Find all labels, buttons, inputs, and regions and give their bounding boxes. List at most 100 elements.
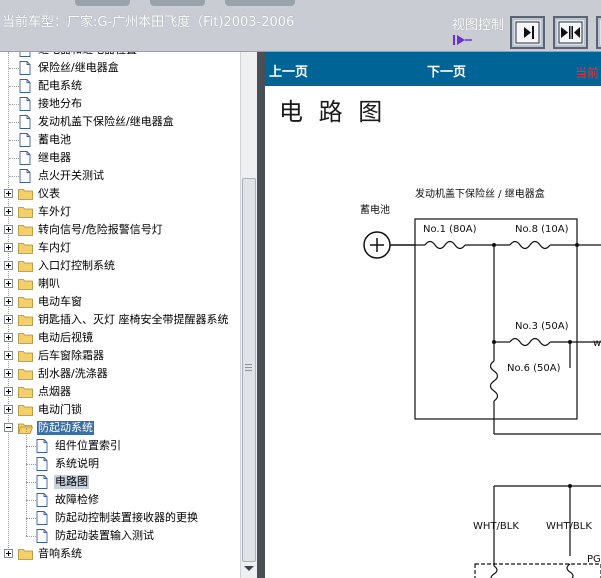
tree-doc-item[interactable]: 电路图 [0,473,240,491]
tree-folder-item[interactable]: 后车窗除霜器 [0,347,240,365]
tree-folder-item[interactable]: 车外灯 [0,203,240,221]
wire-color-label: WHT/BLK [473,521,519,532]
folder-icon [18,350,33,362]
tree-folder-item[interactable]: 音响系统 [0,545,240,563]
tree-guide-line [9,158,19,159]
app-window: 当前车型：厂家:G-广州本田飞度（Fit)2003-2006 视图控制 保险丝/… [0,0,601,578]
scroll-down-arrow-icon[interactable] [244,566,254,571]
tree-folder-item[interactable]: 点烟器 [0,383,240,401]
folder-icon [18,368,33,380]
tree-doc-item[interactable]: 继电器 [0,149,240,167]
tree-folder-item[interactable]: 车内灯 [0,239,240,257]
tree-doc-item[interactable]: 发动机盖下保险丝/继电器盒 [0,113,240,131]
document-viewer: 上一页 下一页 当前 蓄电池 发动机盖下保险丝 / 继电器盒 No.1 (80A… [265,52,601,578]
tree-doc-item[interactable]: 点火开关测试 [0,167,240,185]
tree-item-label: 电动车窗 [38,295,82,308]
folder-icon [18,260,33,272]
tree-folder-item[interactable]: 电动车窗 [0,293,240,311]
tree-guide-line [26,536,36,537]
tree-item-label: 防起动装置输入测试 [55,529,154,542]
tree-item-label: 车外灯 [38,205,71,218]
document-icon [19,79,31,93]
wire-color-label: WHT/BLK [546,521,592,532]
tree-item-label: 系统说明 [55,457,99,470]
folder-icon [18,206,33,218]
tree-item-label: 故障检修 [55,493,99,506]
document-icon [19,97,31,111]
svg-text:w: w [593,338,601,349]
document-icon [19,115,31,129]
tree-doc-item[interactable]: 组件位置索引 [0,437,240,455]
tree-guide-line [9,140,19,141]
expand-icon[interactable] [4,207,13,216]
tree-scrollbar[interactable] [240,52,257,578]
expand-icon[interactable] [4,369,13,378]
document-icon [36,439,48,453]
tree-folder-item[interactable]: 防起动系统 [0,419,240,437]
tree-doc-item[interactable]: 防起动装置输入测试 [0,527,240,545]
folder-icon [18,296,33,308]
expand-icon[interactable] [4,189,13,198]
tree-doc-item[interactable]: 接地分布 [0,95,240,113]
expand-icon[interactable] [4,405,13,414]
collapse-icon[interactable] [4,423,13,432]
tree-folder-item[interactable]: 刮水器/洗涤器 [0,365,240,383]
contents-tree: 继电器和继电器位置保险丝/继电器盒配电系统接地分布发动机盖下保险丝/继电器盒蓄电… [0,52,240,578]
tree-item-label: 继电器和继电器位置 [37,52,138,57]
page-title: 电 路 图 [279,98,387,126]
split-view-button[interactable] [553,16,588,49]
tree-doc-item[interactable]: 系统说明 [0,455,240,473]
expand-icon[interactable] [4,387,13,396]
tree-folder-item[interactable]: 钥匙插入、灭灯 座椅安全带提醒器系统 [0,311,240,329]
tree-item-label: 音响系统 [38,547,82,560]
next-page-link[interactable]: 下一页 [427,61,466,80]
tree-item-label: 配电系统 [38,79,82,92]
tree-folder-item[interactable]: 仪表 [0,185,240,203]
toolbar-tab-edge [225,0,295,6]
tree-item-label: 组件位置索引 [55,439,121,452]
box-title: 发动机盖下保险丝 / 继电器盒 [415,187,545,200]
expand-icon[interactable] [4,549,13,558]
tree-folder-item[interactable]: 入口灯控制系统 [0,257,240,275]
expand-icon[interactable] [4,351,13,360]
tree-doc-item[interactable]: 配电系统 [0,77,240,95]
current-page-label: 当前 [575,66,600,80]
tree-doc-item[interactable]: 故障检修 [0,491,240,509]
tree-folder-item[interactable]: 转向信号/危险报警信号灯 [0,221,240,239]
tree-item-label: 电动门锁 [38,403,82,416]
document-icon [36,457,48,471]
tree-item-label: 钥匙插入、灭灯 座椅安全带提醒器系统 [38,313,229,326]
tree-folder-item[interactable]: 喇叭 [0,275,240,293]
tree-folder-item[interactable]: 电动后视镜 [0,329,240,347]
document-icon [19,52,31,57]
expand-icon[interactable] [4,297,13,306]
tree-doc-item[interactable]: 继电器和继电器位置 [0,52,240,59]
tree-doc-item[interactable]: 防起动控制装置接收器的更换 [0,509,240,527]
collapse-left-pane-button[interactable] [510,16,545,49]
fuse-label: No.1 (80A) [423,224,477,235]
circuit-diagram: 蓄电池 发动机盖下保险丝 / 继电器盒 No.1 (80A) No.8 (10A… [360,187,601,578]
tree-doc-item[interactable]: 保险丝/继电器盒 [0,59,240,77]
tree-item-label: 喇叭 [38,277,60,290]
tree-guide-line [9,68,19,69]
expand-icon[interactable] [4,225,13,234]
expand-icon[interactable] [4,333,13,342]
expand-icon[interactable] [4,279,13,288]
toolbar-button-partial[interactable] [596,16,601,49]
folder-icon [18,314,33,326]
tree-item-label: 发动机盖下保险丝/继电器盒 [38,115,174,128]
expand-icon[interactable] [4,243,13,252]
expand-icon[interactable] [4,315,13,324]
folder-icon [18,278,33,290]
tree-folder-item[interactable]: 电动门锁 [0,401,240,419]
folder-icon [18,548,33,560]
folder-icon [18,386,33,398]
fuse-symbol [489,360,499,402]
pane-splitter[interactable] [257,52,265,578]
document-icon [36,493,48,507]
previous-page-link[interactable]: 上一页 [269,61,308,80]
expand-icon[interactable] [4,261,13,270]
fuse-label: No.8 (10A) [515,224,569,235]
tree-doc-item[interactable]: 蓄电池 [0,131,240,149]
tree-guide-line [26,500,36,501]
